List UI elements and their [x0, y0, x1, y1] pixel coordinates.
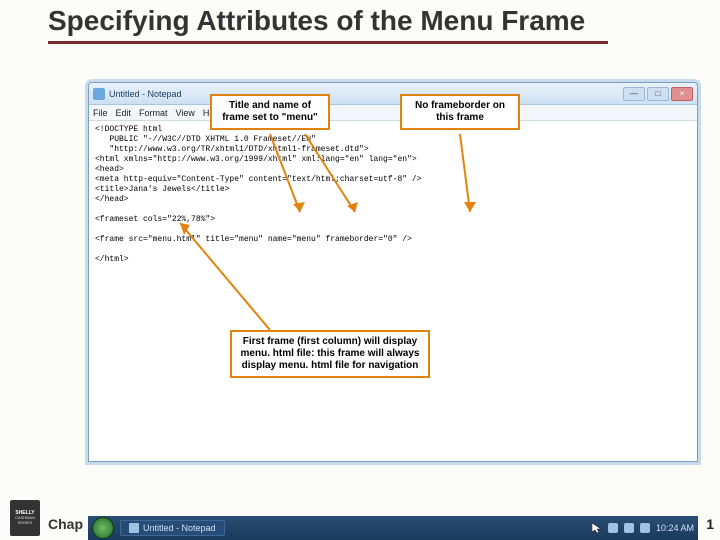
close-button[interactable]: × — [671, 87, 693, 101]
series-badge: SHELLY CASHMAN SERIES — [10, 500, 40, 536]
heading-underline: Specifying Attributes of the Menu Frame — [48, 6, 608, 44]
menu-edit[interactable]: Edit — [116, 108, 132, 118]
notepad-window: Untitled - Notepad — □ × File Edit Forma… — [88, 82, 698, 462]
window-titlebar: Untitled - Notepad — □ × — [89, 83, 697, 105]
window-title: Untitled - Notepad — [109, 89, 182, 99]
menu-format[interactable]: Format — [139, 108, 168, 118]
start-button[interactable] — [92, 517, 114, 539]
callout-title-name: Title and name of frame set to "menu" — [210, 94, 330, 130]
taskbar-notepad-icon — [129, 523, 139, 533]
volume-icon[interactable] — [624, 523, 634, 533]
footer-chapter: Chap — [48, 516, 83, 532]
network-icon[interactable] — [640, 523, 650, 533]
minimize-button[interactable]: — — [623, 87, 645, 101]
notepad-icon — [93, 88, 105, 100]
menu-view[interactable]: View — [176, 108, 195, 118]
taskbar-item-notepad[interactable]: Untitled - Notepad — [120, 520, 225, 536]
taskbar-clock: 10:24 AM — [656, 523, 694, 533]
maximize-button[interactable]: □ — [647, 87, 669, 101]
slide-heading: Specifying Attributes of the Menu Frame — [48, 6, 608, 37]
cursor-icon — [592, 523, 602, 533]
system-tray: 10:24 AM — [592, 523, 694, 533]
taskbar: Untitled - Notepad 10:24 AM — [88, 516, 698, 540]
series-line3: SERIES — [18, 521, 33, 525]
window-menubar: File Edit Format View Help — [89, 105, 697, 121]
tray-icon[interactable] — [608, 523, 618, 533]
menu-file[interactable]: File — [93, 108, 108, 118]
page-number: 1 — [706, 516, 714, 532]
callout-frameborder: No frameborder on this frame — [400, 94, 520, 130]
notepad-text-area[interactable]: <!DOCTYPE html PUBLIC "-//W3C//DTD XHTML… — [89, 121, 697, 269]
callout-first-frame: First frame (first column) will display … — [230, 330, 430, 378]
taskbar-item-label: Untitled - Notepad — [143, 523, 216, 533]
